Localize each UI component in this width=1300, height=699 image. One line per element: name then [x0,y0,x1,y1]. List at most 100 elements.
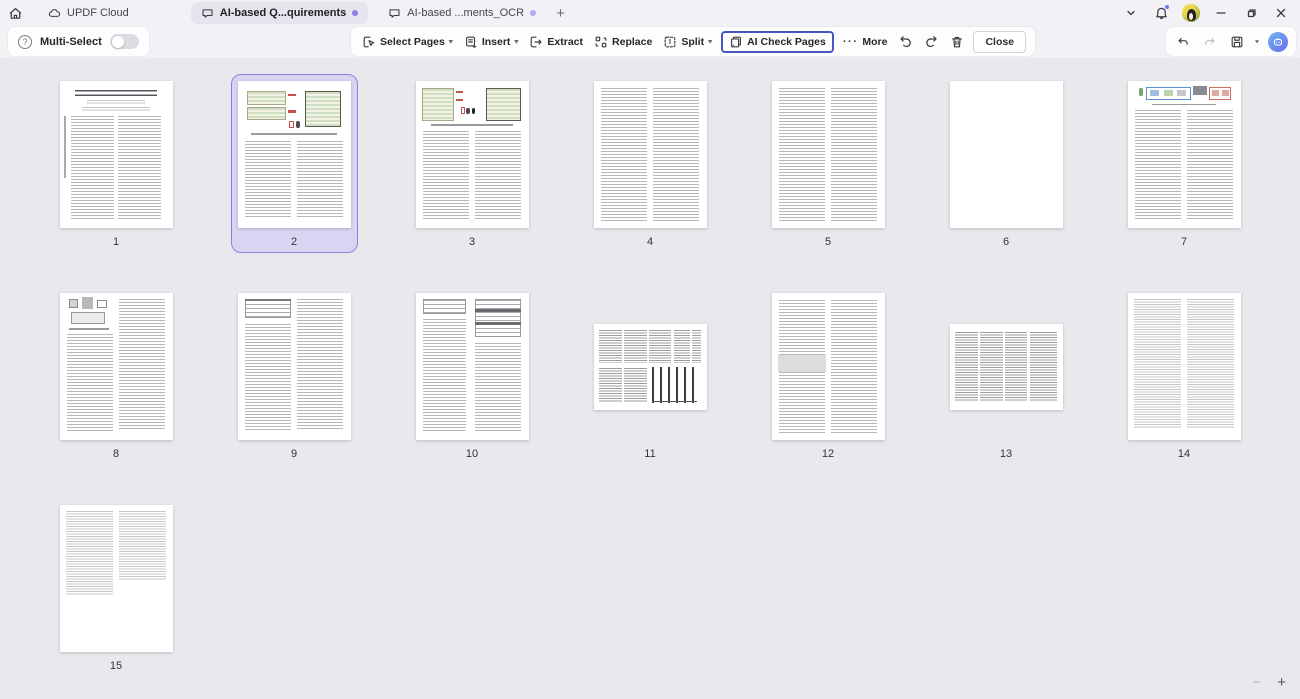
undo-icon [900,36,912,48]
page-wrapper: 15 [53,498,180,677]
page-thumbnail-5[interactable] [771,81,885,228]
multi-select-label: Multi-Select [40,35,102,48]
page-cell: 15 [27,498,205,677]
tab-label: UPDF Cloud [67,7,129,19]
page-thumbnail-13[interactable] [949,323,1063,410]
unsaved-dot [530,10,537,16]
page-cell: 10 [383,286,561,465]
page-wrapper: 5 [765,74,892,253]
cloud-icon [48,8,61,17]
page-cell: 6 [917,74,1095,253]
page-thumbnail-12[interactable] [771,293,885,440]
zoom-controls: − + [1252,674,1286,691]
insert-button[interactable]: Insert ▾ [462,32,521,52]
delete-button[interactable] [948,33,966,51]
extract-button[interactable]: Extract [527,32,585,52]
thumbnail-box [1127,81,1241,228]
close-organize-button[interactable]: Close [973,30,1027,53]
replace-button[interactable]: Replace [592,32,654,52]
document-tab-icon [202,8,213,18]
thumbnail-row-1: 1 2 3 4 5 6 7 [0,74,1300,253]
zoom-in-button[interactable]: + [1277,674,1286,691]
ai-assistant-button[interactable] [1268,31,1288,52]
tab-document-1[interactable]: AI-based Q...quirements [190,2,369,24]
selected-page-wrapper: 2 [230,74,358,253]
page-wrapper: 14 [1121,286,1248,465]
close-icon [1276,8,1286,18]
help-button[interactable]: ? [18,34,32,49]
ai-check-pages-button[interactable]: AI Check Pages [721,30,834,53]
tab-document-2[interactable]: AI-based ...ments_OCR [378,2,546,24]
more-button[interactable]: ··· More [841,33,890,51]
doc-undo-button[interactable] [1174,33,1192,51]
trash-icon [952,36,963,47]
page-thumbnail-3[interactable] [415,81,529,228]
zoom-out-button[interactable]: − [1252,674,1261,691]
page-wrapper: 10 [409,286,536,465]
thumbnail-box [593,81,707,228]
notifications-button[interactable] [1148,2,1174,24]
button-label: More [862,35,888,48]
account-avatar[interactable] [1178,2,1204,24]
page-thumbnail-10[interactable] [415,293,529,440]
page-thumbnail-8[interactable] [59,293,173,440]
page-number: 11 [644,448,656,460]
thumbnail-box [949,81,1063,228]
page-number: 6 [1002,236,1010,248]
undo-button[interactable] [896,32,915,51]
chevron-down-icon [1127,10,1135,16]
select-pages-icon [363,36,375,47]
doc-redo-button[interactable] [1201,33,1219,51]
page-thumbnail-2[interactable] [237,81,351,228]
thumbnail-row-2: 8 9 10 11 12 13 14 [0,286,1300,465]
button-label: Select Pages [380,35,445,48]
thumbnail-box [771,81,885,228]
save-chevron-icon[interactable]: ▾ [1255,38,1259,45]
page-cell: 8 [27,286,205,465]
tab-updf-cloud[interactable]: UPDF Cloud [38,2,139,24]
page-wrapper: 6 [943,74,1070,253]
page-cell: 14 [1095,286,1273,465]
insert-page-icon [465,36,477,48]
page-wrapper: 3 [409,74,536,253]
page-thumbnail-4[interactable] [593,81,707,228]
multi-select-toggle[interactable] [109,34,139,49]
page-cell: 11 [561,286,739,465]
toggle-knob [111,35,124,48]
new-tab-button[interactable]: + [546,5,575,22]
home-button[interactable] [0,6,30,21]
page-wrapper: 1 [53,74,180,253]
window-close-button[interactable] [1268,2,1294,24]
page-thumbnail-11[interactable] [593,323,707,410]
titlebar: UPDF Cloud AI-based Q...quirements AI-ba… [0,0,1300,26]
redo-button[interactable] [922,32,941,51]
thumbnail-box [415,81,529,228]
thumbnail-row-3: 15 [0,498,1300,677]
window-minimize-button[interactable] [1208,2,1234,24]
window-restore-button[interactable] [1238,2,1264,24]
page-wrapper: 11 [587,286,714,465]
page-wrapper: 12 [765,286,892,465]
save-button[interactable] [1228,33,1246,51]
page-wrapper: 13 [943,286,1070,465]
page-thumbnail-6[interactable] [949,81,1063,228]
page-thumbnail-14[interactable] [1127,293,1241,440]
split-button[interactable]: Split ▾ [661,32,714,52]
button-label: Extract [547,35,584,48]
undo-arrow-icon [1178,37,1188,45]
page-number: 13 [999,448,1013,460]
page-thumbnail-9[interactable] [237,293,351,440]
page-cell: 7 [1095,74,1273,253]
page-thumbnail-1[interactable] [59,81,173,228]
thumbnail-box [237,293,351,440]
select-pages-button[interactable]: Select Pages ▾ [360,32,455,52]
page-thumbnail-7[interactable] [1127,81,1241,228]
notification-dot [1165,5,1169,9]
thumbnail-box [59,505,173,652]
page-wrapper: 8 [53,286,180,465]
button-label: Replace [612,35,653,48]
titlebar-chevron-down-button[interactable] [1118,2,1144,24]
page-thumbnail-15[interactable] [59,505,173,652]
page-wrapper: 7 [1121,74,1248,253]
save-icon [1231,36,1243,47]
